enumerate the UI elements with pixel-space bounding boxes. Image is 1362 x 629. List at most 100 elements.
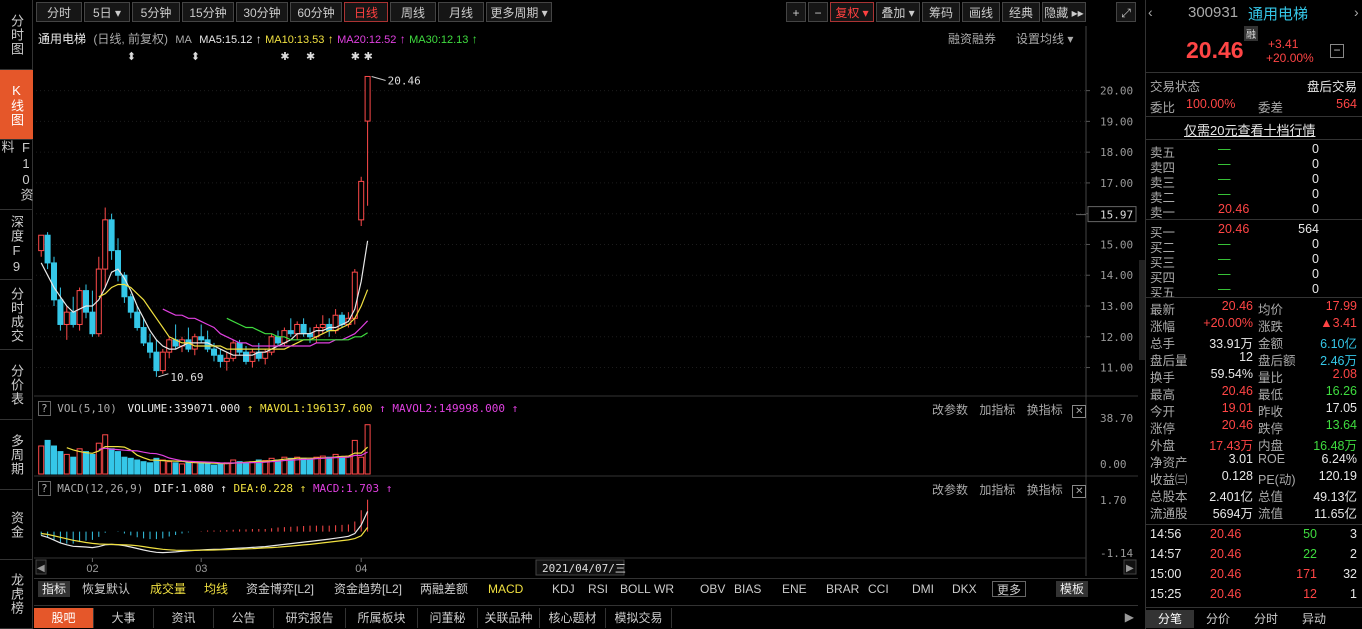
- add-indicator-button[interactable]: 加指标: [979, 483, 1015, 497]
- period-tab-1[interactable]: 5日 ▾: [84, 2, 130, 22]
- right-tab-0[interactable]: 分笔: [1146, 610, 1194, 628]
- indicator-tab-11[interactable]: WR: [654, 581, 674, 597]
- indicator-tab-15[interactable]: BRAR: [826, 581, 859, 597]
- indicator-tab-3[interactable]: 均线: [204, 581, 228, 597]
- bottom-tab-1[interactable]: 大事: [94, 608, 154, 628]
- nav-item-2[interactable]: F10资料: [0, 140, 34, 210]
- tool-3[interactable]: 叠加 ▾: [876, 2, 920, 22]
- tick-price: 20.46: [1210, 527, 1242, 541]
- nav-item-1[interactable]: K线图: [0, 70, 33, 140]
- indicator-tab-12[interactable]: OBV: [700, 581, 725, 597]
- tick-count: 32: [1343, 567, 1357, 581]
- indicator-tab-14[interactable]: ENE: [782, 581, 807, 597]
- kline-chart[interactable]: 20.0019.0018.0017.0016.0015.0014.0013.00…: [34, 26, 1138, 576]
- tool-4[interactable]: 筹码: [922, 2, 960, 22]
- bottom-tab-6[interactable]: 问董秘: [418, 608, 478, 628]
- dif-value: DIF:1.080: [153, 482, 214, 495]
- bottom-tab-4[interactable]: 研究报告: [274, 608, 346, 628]
- stat-row: 最高 20.46 最低 16.26: [1146, 384, 1362, 402]
- prev-stock-icon[interactable]: ‹: [1148, 4, 1153, 20]
- candle-body: [204, 339, 211, 350]
- right-tab-2[interactable]: 分时: [1242, 610, 1290, 628]
- add-indicator-button[interactable]: 加指标: [979, 403, 1015, 417]
- period-tab-8[interactable]: 月线: [438, 2, 484, 22]
- tick-price: 20.46: [1210, 547, 1242, 561]
- right-tab-3[interactable]: 异动: [1290, 610, 1338, 628]
- event-marker-icon: ✱: [364, 51, 373, 63]
- indicator-tab-6[interactable]: 两融差额: [420, 581, 468, 597]
- indicator-tab-17[interactable]: DMI: [912, 581, 934, 597]
- splitter-handle[interactable]: [1139, 260, 1145, 360]
- nav-item-8[interactable]: 龙虎榜: [0, 560, 33, 629]
- candle-body: [300, 323, 307, 335]
- indicator-tab-0[interactable]: 指标: [38, 581, 71, 597]
- volume-bar: [159, 459, 166, 475]
- indicator-tab-20[interactable]: 模板: [1056, 581, 1089, 597]
- nav-item-5[interactable]: 分价表: [0, 350, 33, 420]
- period-tab-7[interactable]: 周线: [390, 2, 436, 22]
- more-tabs-icon[interactable]: ▶: [1125, 610, 1134, 624]
- indicator-tab-9[interactable]: RSI: [588, 581, 608, 597]
- nav-item-6[interactable]: 多周期: [0, 420, 33, 490]
- indicator-tab-19[interactable]: 更多: [992, 581, 1027, 597]
- scroll-left-icon: ◀: [37, 563, 45, 574]
- period-tab-6[interactable]: 日线: [344, 2, 388, 22]
- rzrq-link[interactable]: 融资融券: [948, 30, 996, 47]
- bottom-tab-3[interactable]: 公告: [214, 608, 274, 628]
- bottom-tab-0[interactable]: 股吧: [34, 608, 94, 628]
- period-tab-3[interactable]: 15分钟: [182, 2, 234, 22]
- period-tab-2[interactable]: 5分钟: [132, 2, 180, 22]
- stat-label: ROE: [1258, 452, 1286, 466]
- tool-6[interactable]: 经典: [1002, 2, 1040, 22]
- edit-params-button[interactable]: 改参数: [932, 403, 968, 417]
- price-tick: 19.00: [1100, 115, 1133, 128]
- period-tab-5[interactable]: 60分钟: [290, 2, 342, 22]
- indicator-tab-16[interactable]: CCI: [868, 581, 889, 597]
- swap-indicator-button[interactable]: 换指标: [1027, 483, 1063, 497]
- indicator-tab-2[interactable]: 成交量: [150, 581, 186, 597]
- stat-value: 2.08: [1332, 367, 1357, 381]
- close-icon[interactable]: ✕: [1072, 485, 1087, 498]
- fullscreen-icon[interactable]: ⤢: [1116, 2, 1136, 22]
- nav-item-7[interactable]: 资金: [0, 490, 33, 560]
- nav-item-4[interactable]: 分时成交: [0, 280, 33, 350]
- tool-0[interactable]: +: [786, 2, 806, 22]
- set-ma-link[interactable]: 设置均线 ▾: [1016, 30, 1073, 47]
- right-tab-1[interactable]: 分价: [1194, 610, 1242, 628]
- indicator-tab-5[interactable]: 资金趋势[L2]: [334, 581, 402, 597]
- indicator-tab-7[interactable]: MACD: [488, 581, 523, 597]
- tool-1[interactable]: −: [808, 2, 828, 22]
- period-tab-4[interactable]: 30分钟: [236, 2, 288, 22]
- volume-bar: [83, 451, 89, 475]
- volume-bar: [211, 464, 217, 475]
- bottom-tab-2[interactable]: 资讯: [154, 608, 214, 628]
- tool-2[interactable]: 复权 ▾: [830, 2, 874, 22]
- stat-row: 外盘 17.43万 内盘 16.48万: [1146, 435, 1362, 453]
- stat-label: 流通股: [1150, 507, 1188, 521]
- indicator-tab-1[interactable]: 恢复默认: [82, 581, 130, 597]
- panel-toggle-icon[interactable]: ?: [38, 401, 51, 416]
- close-icon[interactable]: ✕: [1072, 405, 1087, 418]
- indicator-tab-13[interactable]: BIAS: [734, 581, 761, 597]
- bottom-tab-9[interactable]: 模拟交易: [606, 608, 672, 628]
- indicator-tab-10[interactable]: BOLL: [620, 581, 651, 597]
- stat-value: 3.01: [1228, 452, 1253, 466]
- collapse-icon[interactable]: −: [1330, 44, 1344, 58]
- bottom-tab-7[interactable]: 关联品种: [478, 608, 540, 628]
- tool-5[interactable]: 画线: [962, 2, 1000, 22]
- nav-item-3[interactable]: 深度F9: [0, 210, 33, 280]
- next-stock-icon[interactable]: ›: [1354, 4, 1359, 20]
- panel-toggle-icon[interactable]: ?: [38, 481, 51, 496]
- bottom-tab-5[interactable]: 所属板块: [346, 608, 418, 628]
- edit-params-button[interactable]: 改参数: [932, 483, 968, 497]
- period-tab-9[interactable]: 更多周期 ▾: [486, 2, 552, 22]
- indicator-tab-8[interactable]: KDJ: [552, 581, 575, 597]
- tool-7[interactable]: 隐藏 ▸▸: [1042, 2, 1086, 22]
- swap-indicator-button[interactable]: 换指标: [1027, 403, 1063, 417]
- promo-link[interactable]: 仅需20元查看十档行情: [1184, 120, 1315, 139]
- bottom-tab-8[interactable]: 核心题材: [540, 608, 606, 628]
- nav-item-0[interactable]: 分时图: [0, 0, 33, 70]
- indicator-tab-4[interactable]: 资金博弈[L2]: [246, 581, 314, 597]
- period-tab-0[interactable]: 分时: [36, 2, 82, 22]
- indicator-tab-18[interactable]: DKX: [952, 581, 977, 597]
